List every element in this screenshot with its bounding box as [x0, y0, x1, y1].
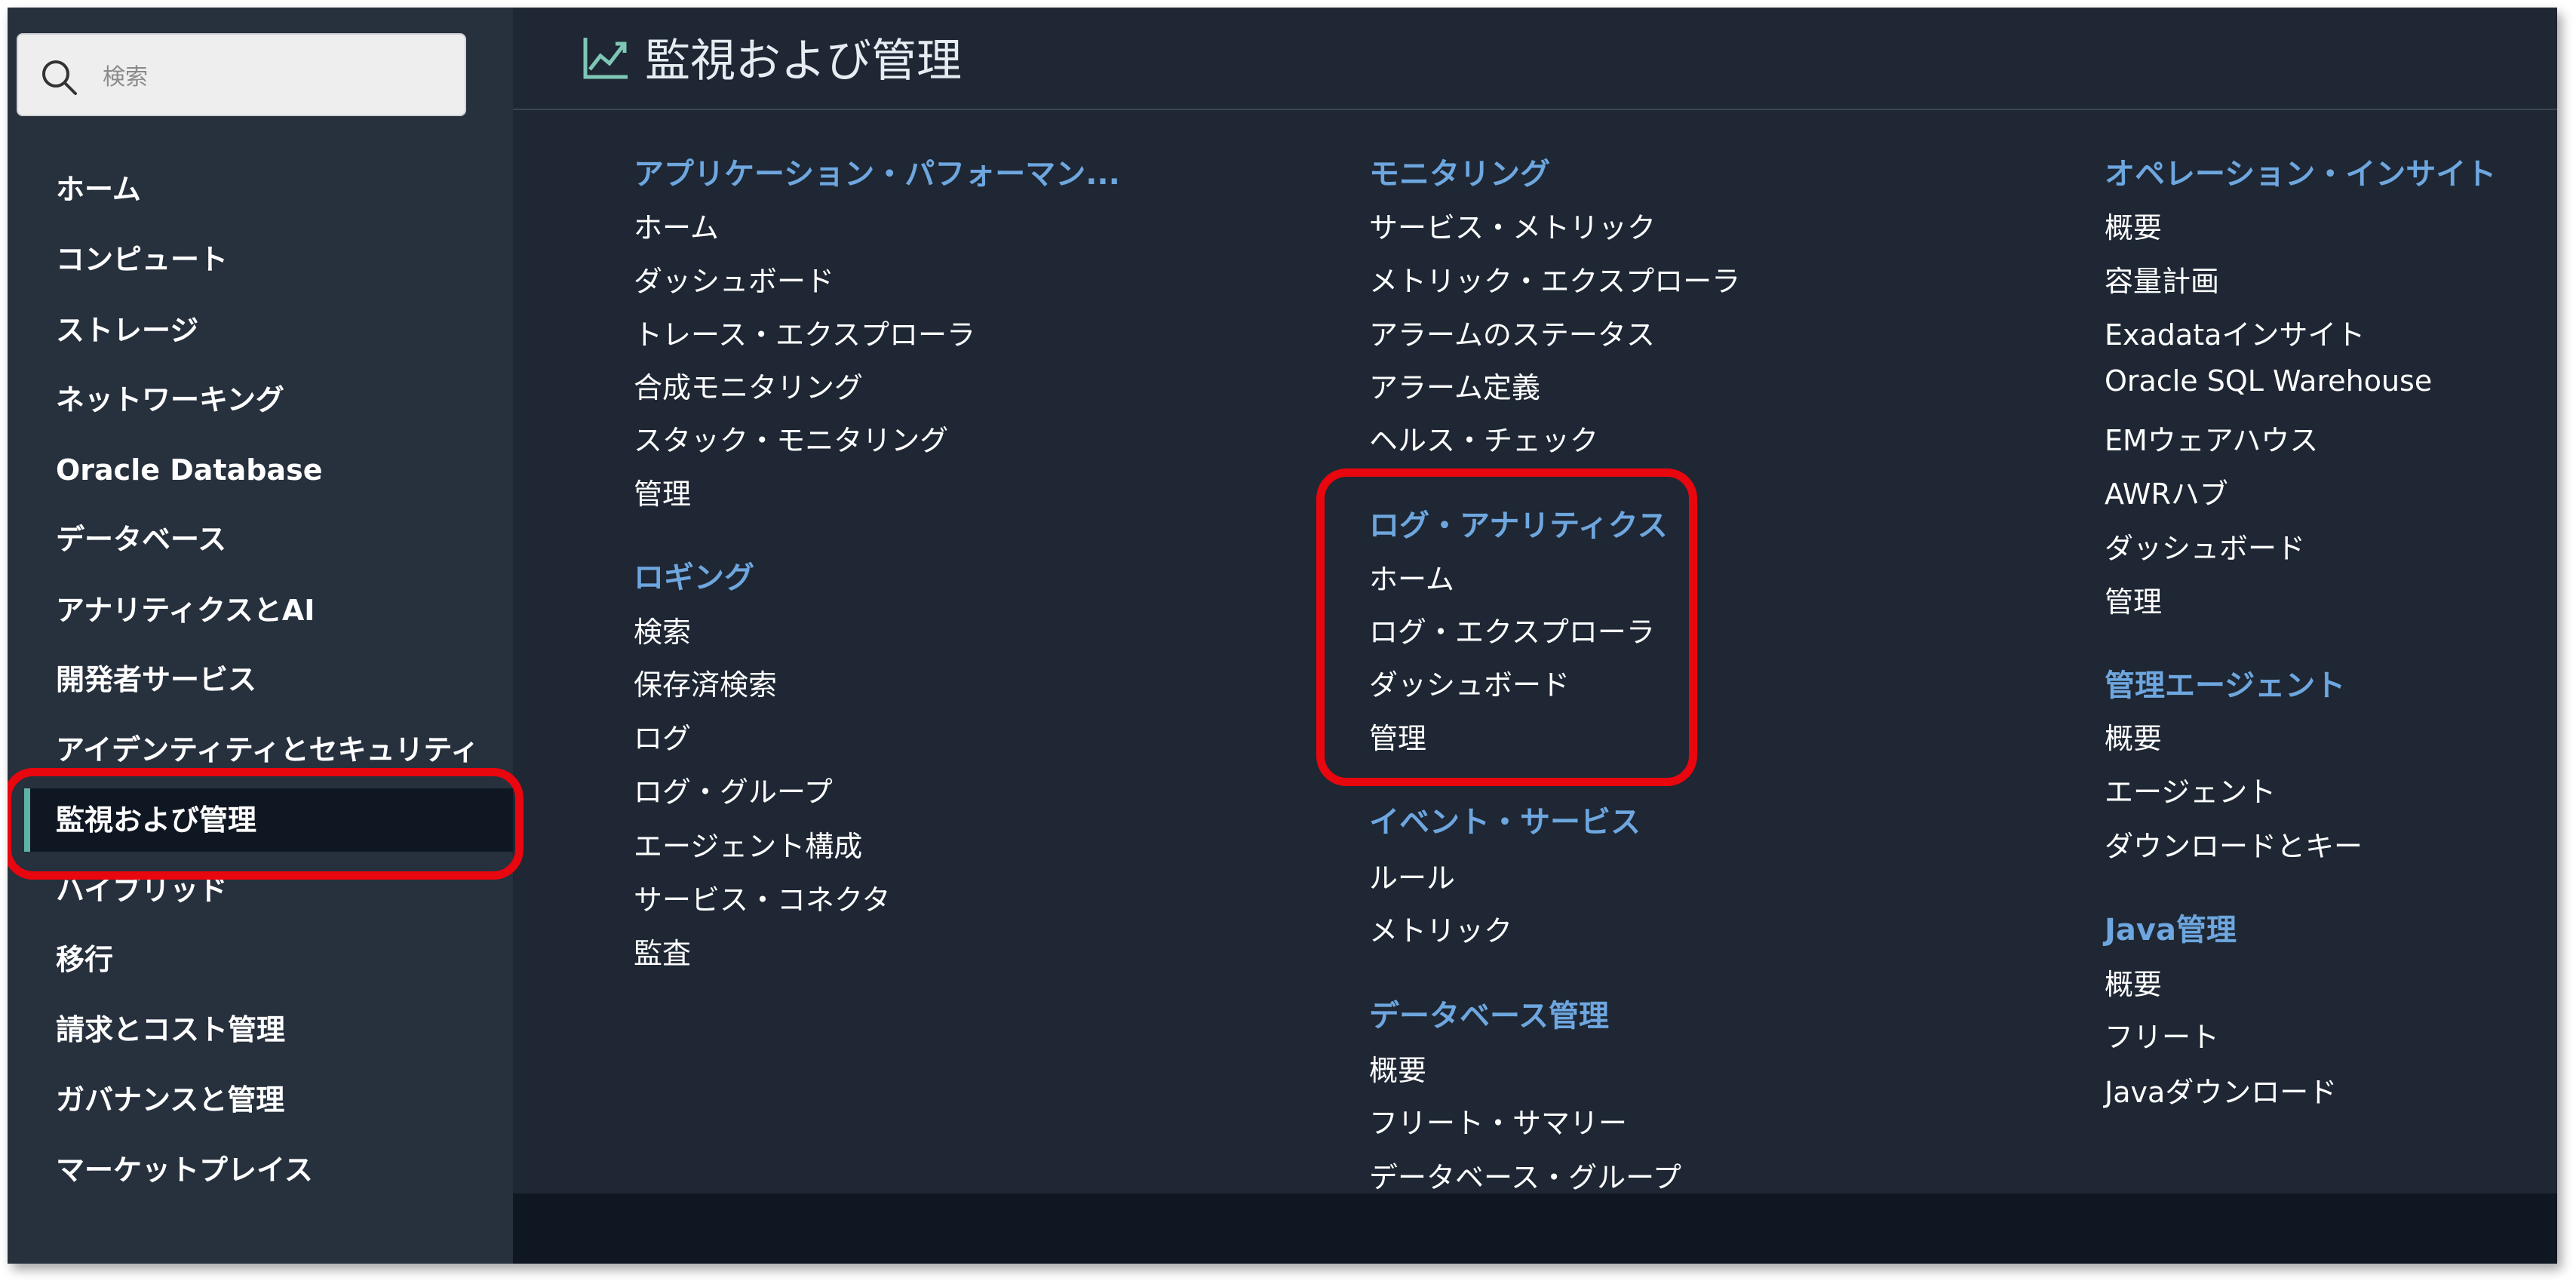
link-logging-search[interactable]: 検索 — [634, 609, 691, 650]
link-ops-awr-hub[interactable]: AWRハブ — [2105, 471, 2228, 512]
link-java-fleets[interactable]: フリート — [2105, 1014, 2219, 1055]
search-icon — [42, 60, 77, 95]
heading-monitoring[interactable]: モニタリング — [1369, 149, 1550, 193]
link-apm-trace-explorer[interactable]: トレース・エクスプローラ — [634, 312, 975, 353]
link-apm-stack-monitoring[interactable]: スタック・モニタリング — [634, 417, 948, 459]
heading-logging[interactable]: ロギング — [634, 553, 754, 597]
heading-apm[interactable]: アプリケーション・パフォーマン... — [634, 149, 1120, 193]
heading-ops-insights[interactable]: オペレーション・インサイト — [2105, 149, 2496, 193]
link-java-downloads[interactable]: Javaダウンロード — [2105, 1069, 2337, 1110]
heading-database-management[interactable]: データベース管理 — [1369, 991, 1609, 1035]
link-logging-service-connector[interactable]: サービス・コネクタ — [634, 877, 890, 918]
link-apm-home[interactable]: ホーム — [634, 204, 719, 246]
link-agent-agents[interactable]: エージェント — [2105, 769, 2276, 810]
link-logging-saved-search[interactable]: 保存済検索 — [634, 662, 777, 703]
link-monitoring-alarm-definitions[interactable]: アラーム定義 — [1369, 364, 1540, 406]
link-agent-downloads-keys[interactable]: ダウンロードとキー — [2105, 823, 2363, 865]
link-log-analytics-log-explorer[interactable]: ログ・エクスプローラ — [1369, 609, 1655, 650]
link-logging-audit[interactable]: 監査 — [634, 930, 691, 972]
link-monitoring-metrics-explorer[interactable]: メトリック・エクスプローラ — [1369, 258, 1740, 299]
sidebar-item-database[interactable]: データベース — [8, 508, 513, 571]
link-log-analytics-admin[interactable]: 管理 — [1369, 715, 1426, 757]
sidebar-item-developer-services[interactable]: 開発者サービス — [8, 648, 513, 711]
search-input[interactable] — [101, 54, 451, 100]
sidebar: ホーム コンピュート ストレージ ネットワーキング Oracle Databas… — [8, 8, 513, 1264]
link-apm-dashboard[interactable]: ダッシュボード — [634, 258, 834, 299]
link-java-overview[interactable]: 概要 — [2105, 961, 2162, 1003]
link-apm-synthetic[interactable]: 合成モニタリング — [634, 364, 863, 406]
search-box[interactable] — [17, 33, 466, 116]
link-logging-logs[interactable]: ログ — [634, 715, 691, 757]
chart-line-icon — [583, 38, 628, 79]
console-menu: ホーム コンピュート ストレージ ネットワーキング Oracle Databas… — [8, 8, 2557, 1264]
heading-events[interactable]: イベント・サービス — [1369, 797, 1641, 841]
sidebar-item-identity-security[interactable]: アイデンティティとセキュリティ — [8, 718, 513, 782]
page-title: 監視および管理 — [645, 35, 962, 88]
link-ops-dashboards[interactable]: ダッシュボード — [2105, 525, 2305, 567]
heading-log-analytics[interactable]: ログ・アナリティクス — [1369, 501, 1668, 545]
link-agent-overview[interactable]: 概要 — [2105, 715, 2162, 757]
link-ops-admin[interactable]: 管理 — [2105, 579, 2162, 620]
link-monitoring-service-metrics[interactable]: サービス・メトリック — [1369, 204, 1656, 246]
link-log-analytics-dashboards[interactable]: ダッシュボード — [1369, 662, 1570, 703]
sidebar-item-oracle-database[interactable]: Oracle Database — [8, 438, 513, 502]
sidebar-item-analytics-ai[interactable]: アナリティクスとAI — [8, 579, 513, 642]
link-apm-admin[interactable]: 管理 — [634, 471, 691, 512]
main-panel: 監視および管理 アプリケーション・パフォーマン... ホーム ダッシュボード ト… — [513, 8, 2557, 1264]
heading-java-management[interactable]: Java管理 — [2105, 905, 2237, 949]
sidebar-item-networking[interactable]: ネットワーキング — [8, 368, 513, 432]
sidebar-item-marketplace[interactable]: マーケットプレイス — [8, 1138, 513, 1202]
sidebar-item-hybrid[interactable]: ハイブリッド — [8, 859, 513, 922]
link-ops-overview[interactable]: 概要 — [2105, 204, 2162, 246]
bottom-bar — [513, 1193, 2557, 1264]
link-dbm-database-groups[interactable]: データベース・グループ — [1369, 1154, 1681, 1196]
link-ops-em-warehouse[interactable]: EMウェアハウス — [2105, 417, 2318, 459]
link-log-analytics-home[interactable]: ホーム — [1369, 556, 1454, 597]
sidebar-item-migration[interactable]: 移行 — [8, 928, 513, 991]
heading-management-agent[interactable]: 管理エージェント — [2105, 661, 2345, 705]
sidebar-item-home[interactable]: ホーム — [8, 158, 513, 221]
sidebar-item-billing[interactable]: 請求とコスト管理 — [8, 998, 513, 1061]
link-logging-log-groups[interactable]: ログ・グループ — [634, 769, 833, 810]
link-monitoring-alarm-status[interactable]: アラームのステータス — [1369, 312, 1655, 353]
sidebar-item-compute[interactable]: コンピュート — [8, 228, 513, 291]
link-events-rules[interactable]: ルール — [1369, 855, 1455, 896]
link-events-metrics[interactable]: メトリック — [1369, 908, 1512, 949]
link-ops-sql-warehouse[interactable]: Oracle SQL Warehouse — [2105, 364, 2432, 398]
link-dbm-fleet-summary[interactable]: フリート・サマリー — [1369, 1100, 1627, 1141]
sidebar-item-storage[interactable]: ストレージ — [8, 299, 513, 362]
link-monitoring-health-checks[interactable]: ヘルス・チェック — [1369, 417, 1598, 459]
sidebar-item-observability[interactable]: 監視および管理 — [24, 788, 513, 852]
link-dbm-overview[interactable]: 概要 — [1369, 1047, 1426, 1089]
sidebar-item-governance[interactable]: ガバナンスと管理 — [8, 1068, 513, 1132]
link-logging-agent-config[interactable]: エージェント構成 — [634, 823, 862, 865]
link-ops-capacity-planning[interactable]: 容量計画 — [2105, 258, 2219, 299]
page-header: 監視および管理 — [513, 8, 2557, 110]
link-ops-exadata-insights[interactable]: Exadataインサイト — [2105, 312, 2365, 353]
